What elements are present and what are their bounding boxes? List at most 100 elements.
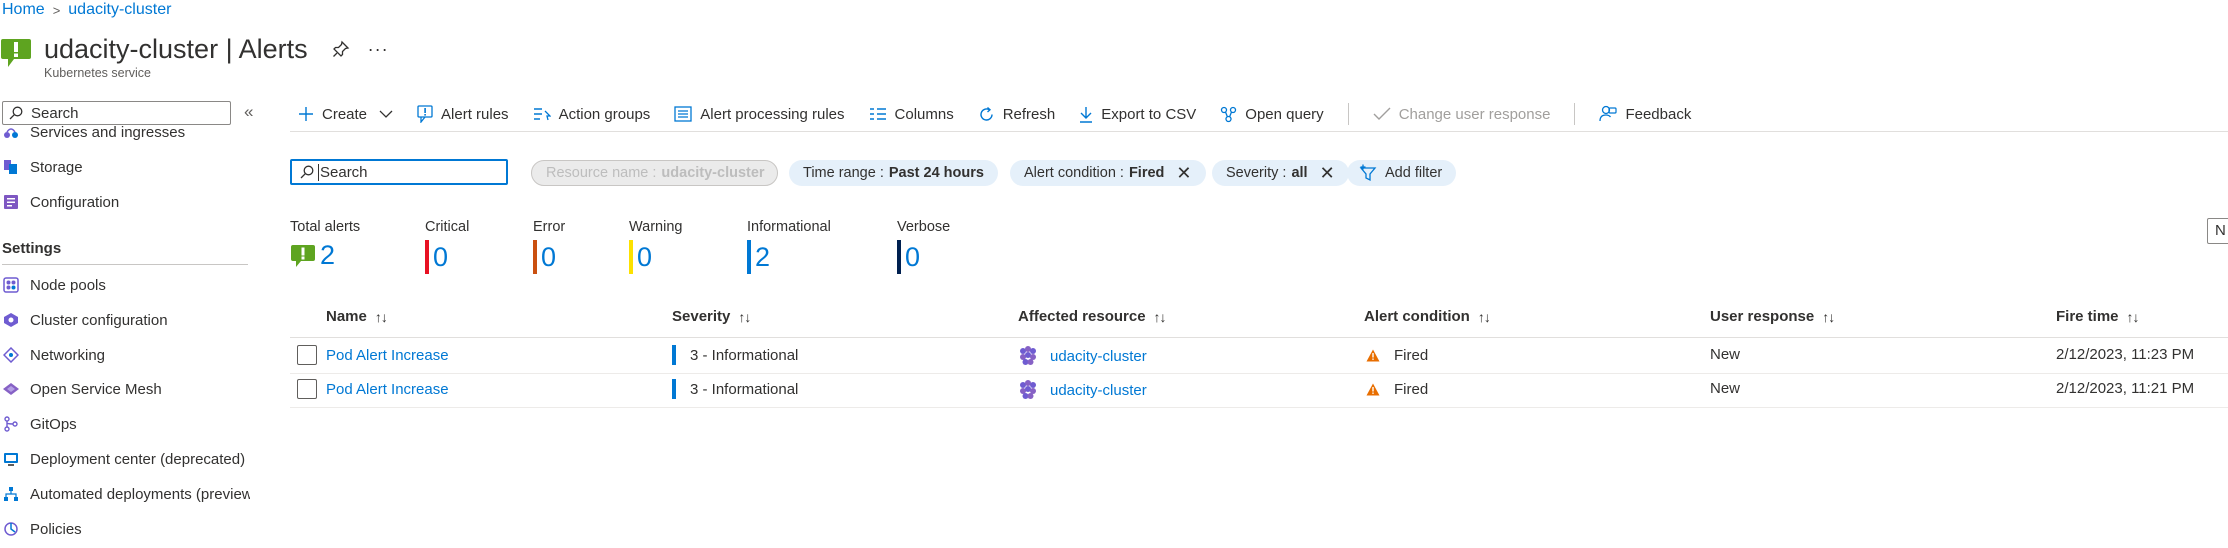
breadcrumb-home-link[interactable]: Home xyxy=(2,1,45,19)
column-header-affected-resource[interactable]: Affected resource ↑↓ xyxy=(1018,308,1167,325)
row-divider xyxy=(290,407,2228,408)
severity-value: 3 - Informational xyxy=(690,380,799,398)
export-csv-button[interactable]: Export to CSV xyxy=(1079,106,1196,123)
summary-total-label: Total alerts xyxy=(290,219,361,235)
affected-resource-link[interactable]: udacity-cluster xyxy=(1050,348,1147,365)
sort-icon: ↑↓ xyxy=(1153,308,1167,325)
summary-error-value[interactable]: 0 xyxy=(541,242,556,273)
table-row[interactable]: Pod Alert Increase 3 - Informational uda… xyxy=(290,339,2228,373)
change-user-response-button[interactable]: Change user response xyxy=(1373,105,1551,123)
deployment-center-icon xyxy=(2,450,20,468)
sidebar-item-label: Open Service Mesh xyxy=(30,380,162,398)
feedback-button[interactable]: Feedback xyxy=(1599,105,1691,123)
toolbar-separator xyxy=(1574,103,1576,125)
open-query-button[interactable]: Open query xyxy=(1220,106,1324,123)
columns-button[interactable]: Columns xyxy=(869,106,954,123)
summary-verbose-value[interactable]: 0 xyxy=(905,242,920,273)
processing-rules-icon xyxy=(674,106,692,122)
column-header-label: Fire time xyxy=(2056,308,2119,325)
filter-time-range[interactable]: Time range : Past 24 hours xyxy=(789,160,998,186)
alerts-search-input[interactable]: Search xyxy=(290,159,508,185)
create-button[interactable]: Create xyxy=(298,106,393,123)
create-label: Create xyxy=(322,105,368,123)
more-options-icon[interactable]: ··· xyxy=(368,39,389,60)
table-row[interactable]: Pod Alert Increase 3 - Informational uda… xyxy=(290,374,2228,408)
warning-bar xyxy=(629,240,633,274)
filter-alert-condition[interactable]: Alert condition : Fired ✕ xyxy=(1010,160,1206,186)
storage-icon xyxy=(2,158,20,176)
kubernetes-service-icon xyxy=(1020,380,1036,399)
filter-time-range-label: Time range : xyxy=(803,165,884,181)
sidebar-item-deployment-center[interactable]: Deployment center (deprecated) xyxy=(0,445,245,473)
summary-informational-value[interactable]: 2 xyxy=(755,242,770,273)
close-icon[interactable]: ✕ xyxy=(1320,164,1335,182)
column-header-label: Affected resource xyxy=(1018,308,1146,325)
alerts-search-value: Search xyxy=(318,163,368,181)
sidebar-divider xyxy=(2,264,248,265)
add-filter-label: Add filter xyxy=(1385,165,1443,181)
pin-icon[interactable] xyxy=(332,40,350,58)
refresh-button[interactable]: Refresh xyxy=(978,105,1056,123)
close-icon[interactable]: ✕ xyxy=(1176,164,1191,182)
sidebar-item-networking[interactable]: Networking xyxy=(0,341,105,369)
sidebar-item-cluster-configuration[interactable]: Cluster configuration xyxy=(0,306,168,334)
column-header-alert-condition[interactable]: Alert condition ↑↓ xyxy=(1364,308,1491,325)
download-icon xyxy=(1080,106,1093,123)
change-user-response-label: Change user response xyxy=(1398,105,1551,123)
sidebar-item-storage[interactable]: Storage xyxy=(0,153,83,181)
summary-warning-value[interactable]: 0 xyxy=(637,242,652,273)
summary-verbose-label: Verbose xyxy=(897,219,951,235)
summary-critical-value[interactable]: 0 xyxy=(433,242,448,273)
filter-severity[interactable]: Severity : all ✕ xyxy=(1212,160,1349,186)
collapse-sidebar-icon[interactable]: « xyxy=(244,102,253,122)
sidebar-item-label: Cluster configuration xyxy=(30,311,168,329)
sidebar-menu: Services and ingresses Storage Configura… xyxy=(0,126,250,548)
row-checkbox[interactable] xyxy=(297,379,317,399)
alert-processing-rules-button[interactable]: Alert processing rules xyxy=(674,106,845,123)
filter-time-range-value: Past 24 hours xyxy=(888,165,984,181)
sidebar-item-label: Services and ingresses xyxy=(30,126,186,141)
alert-rules-button[interactable]: Alert rules xyxy=(417,105,509,123)
sidebar-item-label: Automated deployments (preview) xyxy=(30,485,250,503)
automated-deployments-icon xyxy=(2,485,20,503)
alert-rules-label: Alert rules xyxy=(441,105,509,123)
alerts-resource-icon xyxy=(1,39,31,67)
sidebar-item-configuration[interactable]: Configuration xyxy=(0,188,119,216)
networking-icon xyxy=(2,346,20,364)
severity-value: 3 - Informational xyxy=(690,346,799,364)
column-header-user-response[interactable]: User response ↑↓ xyxy=(1710,308,1835,325)
alert-name-link[interactable]: Pod Alert Increase xyxy=(326,347,449,364)
alert-name-link[interactable]: Pod Alert Increase xyxy=(326,381,449,398)
sidebar-item-gitops[interactable]: GitOps xyxy=(0,410,77,438)
view-toggle-button[interactable]: N xyxy=(2207,218,2228,244)
columns-label: Columns xyxy=(894,105,954,123)
action-groups-button[interactable]: Action groups xyxy=(533,105,651,123)
filter-severity-label: Severity : xyxy=(1226,165,1287,181)
add-filter-button[interactable]: Add filter xyxy=(1347,160,1457,186)
sidebar-search-placeholder: Search xyxy=(31,104,79,122)
column-header-name[interactable]: Name ↑↓ xyxy=(326,308,388,325)
sidebar-item-automated-deployments[interactable]: Automated deployments (preview) xyxy=(0,480,250,508)
row-checkbox[interactable] xyxy=(297,345,317,365)
summary-total-value[interactable]: 2 xyxy=(320,240,335,271)
column-header-fire-time[interactable]: Fire time ↑↓ xyxy=(2056,308,2140,325)
sidebar-item-services-and-ingresses[interactable]: Services and ingresses xyxy=(0,126,185,146)
toolbar-divider xyxy=(290,131,2228,132)
sort-icon: ↑↓ xyxy=(2126,308,2140,325)
services-icon xyxy=(2,126,20,141)
sort-icon: ↑↓ xyxy=(738,308,751,325)
breadcrumb-cluster-link[interactable]: udacity-cluster xyxy=(68,1,171,19)
affected-resource-link[interactable]: udacity-cluster xyxy=(1050,382,1147,399)
column-header-severity[interactable]: Severity ↑↓ xyxy=(672,308,751,325)
sidebar-item-policies[interactable]: Policies xyxy=(0,515,82,543)
sidebar-item-open-service-mesh[interactable]: Open Service Mesh xyxy=(0,375,162,403)
checkmark-icon xyxy=(1373,107,1391,120)
refresh-label: Refresh xyxy=(1002,105,1056,123)
action-groups-label: Action groups xyxy=(558,105,651,123)
sidebar-item-node-pools[interactable]: Node pools xyxy=(0,271,106,299)
toolbar-separator xyxy=(1347,103,1349,125)
page-title-resource: udacity-cluster xyxy=(44,33,219,64)
page-subtitle: Kubernetes service xyxy=(44,66,152,80)
sidebar-item-label: Networking xyxy=(30,346,106,364)
sidebar-search-input[interactable]: Search xyxy=(2,101,231,125)
